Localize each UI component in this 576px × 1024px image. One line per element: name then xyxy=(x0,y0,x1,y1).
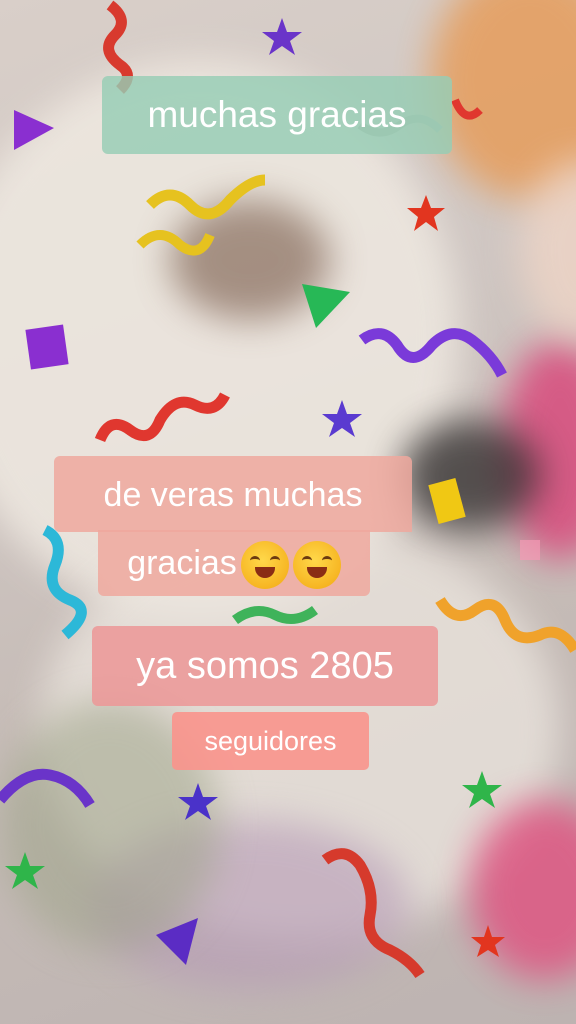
caption-de-veras-muchas: de veras muchas xyxy=(54,456,412,532)
triangle-green xyxy=(302,284,350,328)
caption-gracias-text: gracias xyxy=(127,544,237,582)
streamer-red-2 xyxy=(94,392,230,443)
star-purple-3 xyxy=(178,783,218,820)
streamer-yellow xyxy=(146,174,266,220)
streamer-purple-2 xyxy=(0,768,95,808)
triangle-purple-2 xyxy=(156,918,198,965)
star-purple xyxy=(262,18,302,55)
grinning-face-emoji xyxy=(292,541,341,590)
streamer-red-3 xyxy=(321,848,425,979)
star-red-2 xyxy=(471,925,505,957)
caption-gracias-line: gracias xyxy=(98,530,370,596)
streamer-orange xyxy=(435,596,576,654)
caption-seguidores: seguidores xyxy=(172,712,369,770)
square-pink xyxy=(520,540,540,560)
star-green xyxy=(462,771,502,808)
square-yellow xyxy=(428,478,466,524)
laughing-face-emoji xyxy=(240,541,289,590)
caption-muchas-gracias: muchas gracias xyxy=(102,76,452,154)
star-green-2 xyxy=(5,852,45,889)
star-red xyxy=(407,195,445,231)
star-purple-2 xyxy=(322,400,362,437)
streamer-teal xyxy=(42,525,87,640)
streamer-purple xyxy=(358,328,507,378)
streamer-red-4 xyxy=(451,98,483,120)
streamer-green xyxy=(232,605,318,625)
triangle-purple xyxy=(14,110,54,150)
square-purple xyxy=(25,324,69,370)
caption-follower-count: ya somos 2805 xyxy=(92,626,438,706)
streamer-yellow-2 xyxy=(136,230,215,256)
